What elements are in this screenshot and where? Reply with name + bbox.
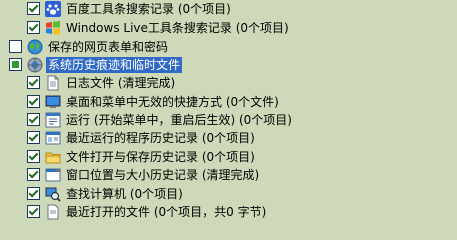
item-checkbox[interactable] [27,113,40,126]
item-checkbox[interactable] [27,131,40,144]
tree-item-recent-files[interactable]: 最近打开的文件 (0个项目，共0 字节) [0,202,457,221]
item-checkbox[interactable] [27,187,40,200]
tree-item-label: 查找计算机 (0个项目) [66,186,183,201]
tree-item-window-position[interactable]: 窗口位置与大小历史记录 (清理完成) [0,165,457,184]
tree-item-label: Windows Live工具条搜索记录 (0个项目) [66,20,289,35]
item-checkbox[interactable] [27,76,40,89]
tree-item-label: 文件打开与保存历史记录 (0个项目) [66,149,255,164]
item-checkbox[interactable] [9,40,22,53]
windows-flag-icon [45,20,61,36]
run-icon [45,112,61,128]
item-checkbox[interactable] [27,205,40,218]
desktop-icon [45,94,61,110]
tree-item-label: 运行 (开始菜单中，重启后生效) (0个项目) [66,112,292,127]
globe-icon [27,39,43,55]
item-checkbox[interactable] [9,58,22,71]
gear-globe-icon [27,57,43,73]
tree-item-label: 保存的网页表单和密码 [48,39,169,54]
tree-item-label: 最近运行的程序历史记录 (0个项目) [66,130,255,145]
cleanup-tree: 百度工具条搜索记录 (0个项目) Windows Live工具条搜索记录 (0个… [0,0,457,219]
item-checkbox[interactable] [27,150,40,163]
baidu-paw-icon [45,0,61,17]
item-checkbox[interactable] [27,21,40,34]
tree-item-label: 百度工具条搜索记录 (0个项目) [66,1,231,16]
recent-file-icon [45,204,61,220]
tree-item-windows-live-toolbar[interactable]: Windows Live工具条搜索记录 (0个项目) [0,18,457,37]
tree-item-baidu-toolbar[interactable]: 百度工具条搜索记录 (0个项目) [0,0,457,18]
search-computer-icon [45,186,61,202]
tree-item-label: 窗口位置与大小历史记录 (清理完成) [66,167,260,182]
document-icon [45,75,61,91]
tree-item-open-save-history[interactable]: 文件打开与保存历史记录 (0个项目) [0,147,457,166]
tree-item-saved-forms[interactable]: 保存的网页表单和密码 [0,37,457,56]
tree-item-invalid-shortcuts[interactable]: 桌面和菜单中无效的快捷方式 (0个文件) [0,92,457,111]
tree-item-system-history[interactable]: 系统历史痕迹和临时文件 [0,55,457,74]
item-checkbox[interactable] [27,95,40,108]
item-checkbox[interactable] [27,168,40,181]
window-icon [45,167,61,183]
tree-item-label: 桌面和菜单中无效的快捷方式 (0个文件) [66,94,279,109]
tree-item-find-computer[interactable]: 查找计算机 (0个项目) [0,184,457,203]
tree-item-log-files[interactable]: 日志文件 (清理完成) [0,73,457,92]
tree-item-run-history[interactable]: 运行 (开始菜单中，重启后生效) (0个项目) [0,110,457,129]
tree-item-label: 日志文件 (清理完成) [66,75,176,90]
folder-icon [45,149,61,165]
program-icon [45,130,61,146]
item-checkbox[interactable] [27,2,40,15]
tree-item-recent-programs[interactable]: 最近运行的程序历史记录 (0个项目) [0,128,457,147]
tree-item-label: 最近打开的文件 (0个项目，共0 字节) [66,204,267,219]
tree-item-label: 系统历史痕迹和临时文件 [46,56,183,73]
